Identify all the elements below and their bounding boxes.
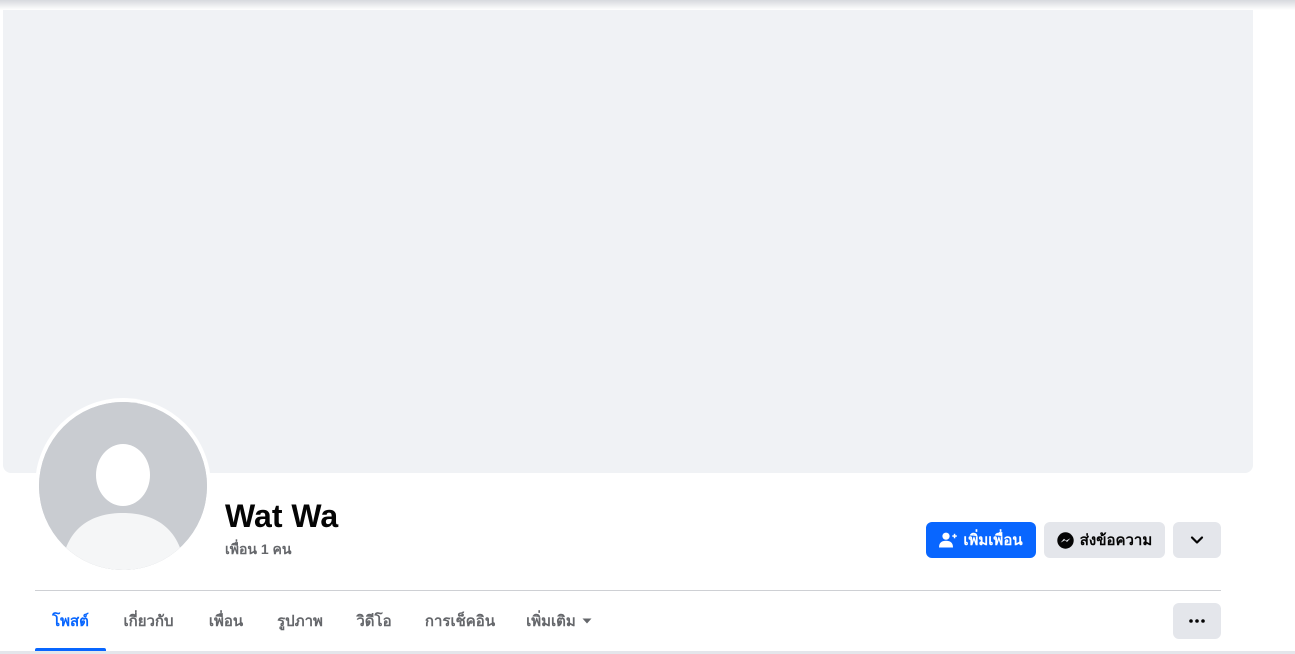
messenger-icon (1057, 531, 1074, 549)
profile-page: Wat Wa เพื่อน 1 คน เพิ่มเพื่อน ส่งข้อควา… (0, 0, 1295, 654)
add-friend-label: เพิ่มเพื่อน (963, 532, 1023, 549)
ellipsis-icon (1189, 619, 1205, 623)
profile-options-dropdown-button[interactable] (1173, 522, 1221, 558)
profile-name: Wat Wa (225, 498, 339, 534)
tab-label: เกี่ยวกับ (123, 613, 174, 630)
tab-label: เพิ่มเติม (526, 613, 576, 630)
tab-label: วิดีโอ (356, 613, 392, 630)
tab-checkins[interactable]: การเช็คอิน (415, 591, 505, 651)
tab-photos[interactable]: รูปภาพ (265, 591, 335, 651)
tab-friends[interactable]: เพื่อน (195, 591, 257, 651)
caret-down-icon (582, 618, 592, 624)
message-button[interactable]: ส่งข้อความ (1044, 522, 1165, 558)
tab-label: เพื่อน (208, 613, 244, 630)
tab-more[interactable]: เพิ่มเติม (519, 591, 599, 651)
cover-photo[interactable] (3, 10, 1253, 473)
friend-count-link[interactable]: เพื่อน 1 คน (225, 540, 292, 558)
person-add-icon (939, 532, 958, 548)
more-options-button[interactable] (1173, 603, 1221, 639)
add-friend-button[interactable]: เพิ่มเพื่อน (926, 522, 1036, 558)
tab-label: การเช็คอิน (424, 613, 496, 630)
default-avatar-icon (39, 402, 207, 570)
tab-posts[interactable]: โพสต์ (35, 591, 106, 651)
message-label: ส่งข้อความ (1079, 532, 1153, 549)
top-nav-shadow (0, 0, 1295, 10)
profile-picture[interactable] (35, 398, 211, 574)
tab-label: โพสต์ (52, 613, 89, 630)
chevron-down-icon (1190, 535, 1204, 545)
tab-label: รูปภาพ (277, 613, 323, 630)
tab-videos[interactable]: วิดีโอ (345, 591, 403, 651)
tab-about[interactable]: เกี่ยวกับ (110, 591, 187, 651)
